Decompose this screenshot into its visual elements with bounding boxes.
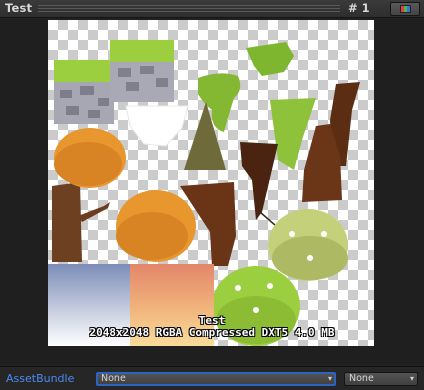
preview-title: Test (5, 1, 33, 15)
asset-bundle-variant-value: None (349, 373, 374, 384)
texture-format-label: 2048x2048 RGBA Compressed DXT5 4.0 MB (89, 326, 335, 339)
color-channel-button[interactable] (390, 2, 420, 16)
asset-bundle-bar: AssetBundle None ▾ None ▾ (0, 366, 424, 390)
drag-grip[interactable] (38, 5, 340, 13)
atlas-sprites (48, 40, 360, 346)
orange-bush-top-shade (54, 142, 122, 186)
asset-bundle-label: AssetBundle (6, 372, 75, 385)
asset-bundle-value: None (101, 373, 126, 384)
grass-top-left (54, 60, 114, 82)
texture-info-overlay: Test 2048x2048 RGBA Compressed DXT5 4.0 … (0, 315, 424, 339)
inspector-header: Test # 1 (0, 0, 424, 18)
asset-bundle-dropdown[interactable]: None ▾ (96, 372, 336, 386)
white-rock-sprite (125, 105, 189, 147)
bark-left-stump (52, 182, 82, 262)
grass-top-right (110, 40, 174, 62)
texture-preview-area: Test 2048x2048 RGBA Compressed DXT5 4.0 … (0, 19, 424, 382)
texture-atlas-image (48, 20, 374, 346)
dropdown-arrow-icon: ▾ (409, 374, 414, 383)
foliage-top-right (246, 42, 294, 76)
asset-bundle-variant-dropdown[interactable]: None ▾ (344, 372, 418, 386)
dropdown-arrow-icon: ▾ (327, 374, 332, 383)
rgb-channels-icon (400, 5, 411, 13)
mip-level-label[interactable]: # 1 (348, 1, 370, 15)
bark-dark-strip (240, 142, 278, 220)
orange-bush-bottom-shade (116, 212, 188, 260)
branch-left (78, 202, 110, 222)
